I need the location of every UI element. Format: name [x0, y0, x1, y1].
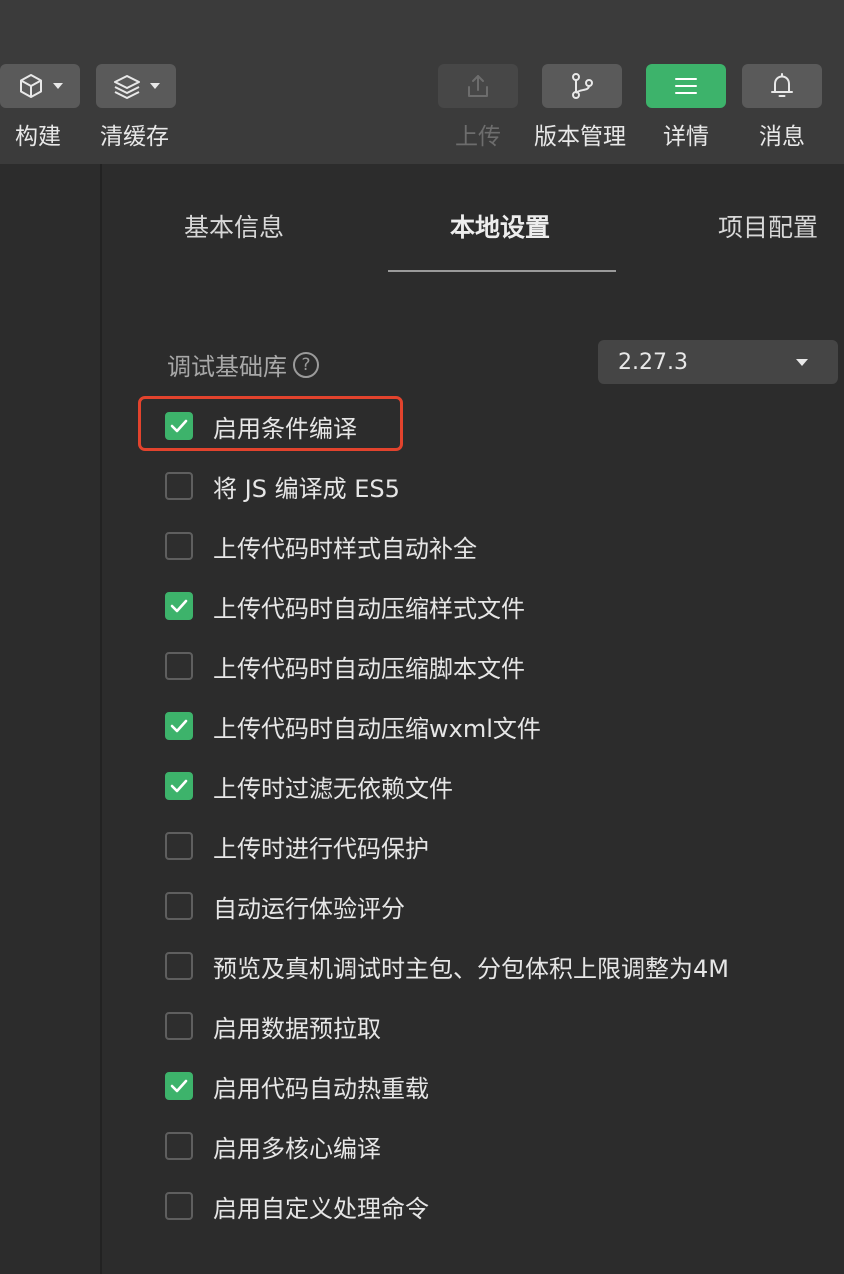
upload-icon — [464, 72, 492, 100]
debug-lib-label: 调试基础库 — [167, 353, 287, 381]
debug-lib-row: 调试基础库 ? — [167, 347, 319, 382]
option-label: 预览及真机调试时主包、分包体积上限调整为4M — [213, 954, 729, 983]
option-label: 将 JS 编译成 ES5 — [213, 474, 400, 503]
details-button[interactable] — [646, 64, 726, 108]
option-label: 上传代码时自动压缩样式文件 — [213, 594, 525, 623]
option-checkbox[interactable] — [165, 1012, 193, 1040]
option-row[interactable]: 自动运行体验评分 — [165, 891, 405, 923]
branch-icon — [568, 72, 596, 100]
debug-lib-version-value: 2.27.3 — [618, 349, 688, 375]
option-checkbox[interactable] — [165, 772, 193, 800]
option-row[interactable]: 上传时过滤无依赖文件 — [165, 771, 453, 803]
checkmark-icon — [170, 1079, 188, 1093]
option-row[interactable]: 启用多核心编译 — [165, 1131, 381, 1163]
checkmark-icon — [170, 779, 188, 793]
clear-cache-label: 清缓存 — [100, 124, 169, 150]
checkmark-icon — [170, 719, 188, 733]
option-row[interactable]: 上传代码时自动压缩脚本文件 — [165, 651, 525, 683]
clear-cache-button[interactable] — [96, 64, 176, 108]
left-rail — [0, 164, 102, 1274]
option-label: 启用代码自动热重载 — [213, 1074, 429, 1103]
option-row[interactable]: 上传代码时自动压缩样式文件 — [165, 591, 525, 623]
menu-icon — [673, 74, 699, 98]
option-checkbox[interactable] — [165, 652, 193, 680]
option-label: 上传代码时自动压缩wxml文件 — [213, 714, 541, 743]
checkmark-icon — [170, 599, 188, 613]
cube-icon — [17, 72, 45, 100]
tab-basic-info[interactable]: 基本信息 — [184, 208, 284, 244]
option-row[interactable]: 启用条件编译 — [165, 411, 357, 443]
option-row[interactable]: 将 JS 编译成 ES5 — [165, 471, 400, 503]
upload-label: 上传 — [455, 124, 501, 150]
build-label: 构建 — [15, 124, 61, 150]
option-row[interactable]: 上传代码时样式自动补全 — [165, 531, 477, 563]
version-control-label: 版本管理 — [534, 124, 626, 150]
debug-lib-version-select[interactable]: 2.27.3 — [598, 340, 838, 384]
layers-icon — [112, 72, 142, 100]
messages-label: 消息 — [759, 124, 805, 150]
option-row[interactable]: 上传代码时自动压缩wxml文件 — [165, 711, 541, 743]
option-row[interactable]: 上传时进行代码保护 — [165, 831, 429, 863]
option-label: 上传代码时样式自动补全 — [213, 534, 477, 563]
option-checkbox[interactable] — [165, 472, 193, 500]
option-label: 启用数据预拉取 — [213, 1014, 381, 1043]
build-button[interactable] — [0, 64, 80, 108]
chevron-down-icon — [150, 83, 160, 89]
chevron-down-icon — [796, 359, 808, 366]
bell-icon — [768, 71, 796, 101]
option-row[interactable]: 启用代码自动热重载 — [165, 1071, 429, 1103]
details-label: 详情 — [663, 124, 709, 150]
option-label: 上传时过滤无依赖文件 — [213, 774, 453, 803]
active-tab-indicator — [388, 270, 616, 272]
tab-local-settings[interactable]: 本地设置 — [450, 208, 550, 244]
option-checkbox[interactable] — [165, 892, 193, 920]
option-checkbox[interactable] — [165, 1192, 193, 1220]
help-icon[interactable]: ? — [293, 351, 319, 378]
upload-button[interactable] — [438, 64, 518, 108]
messages-button[interactable] — [742, 64, 822, 108]
option-label: 自动运行体验评分 — [213, 894, 405, 923]
option-row[interactable]: 启用自定义处理命令 — [165, 1191, 429, 1223]
option-row[interactable]: 启用数据预拉取 — [165, 1011, 381, 1043]
settings-panel: 基本信息 本地设置 项目配置 调试基础库 ? 2.27.3 启用条件编译将 JS… — [102, 164, 844, 1274]
option-row[interactable]: 预览及真机调试时主包、分包体积上限调整为4M — [165, 951, 729, 983]
option-checkbox[interactable] — [165, 532, 193, 560]
option-label: 启用自定义处理命令 — [213, 1194, 429, 1223]
option-checkbox[interactable] — [165, 832, 193, 860]
option-checkbox[interactable] — [165, 712, 193, 740]
toolbar: 构建 清缓存 上传 版本管理 详情 消息 — [0, 0, 844, 164]
option-label: 启用条件编译 — [213, 414, 357, 443]
checkmark-icon — [170, 419, 188, 433]
option-checkbox[interactable] — [165, 952, 193, 980]
option-checkbox[interactable] — [165, 1072, 193, 1100]
version-control-button[interactable] — [542, 64, 622, 108]
option-label: 上传时进行代码保护 — [213, 834, 429, 863]
option-checkbox[interactable] — [165, 1132, 193, 1160]
option-label: 启用多核心编译 — [213, 1134, 381, 1163]
option-checkbox[interactable] — [165, 592, 193, 620]
chevron-down-icon — [53, 83, 63, 89]
option-label: 上传代码时自动压缩脚本文件 — [213, 654, 525, 683]
tab-project-config[interactable]: 项目配置 — [718, 208, 818, 244]
option-checkbox[interactable] — [165, 412, 193, 440]
